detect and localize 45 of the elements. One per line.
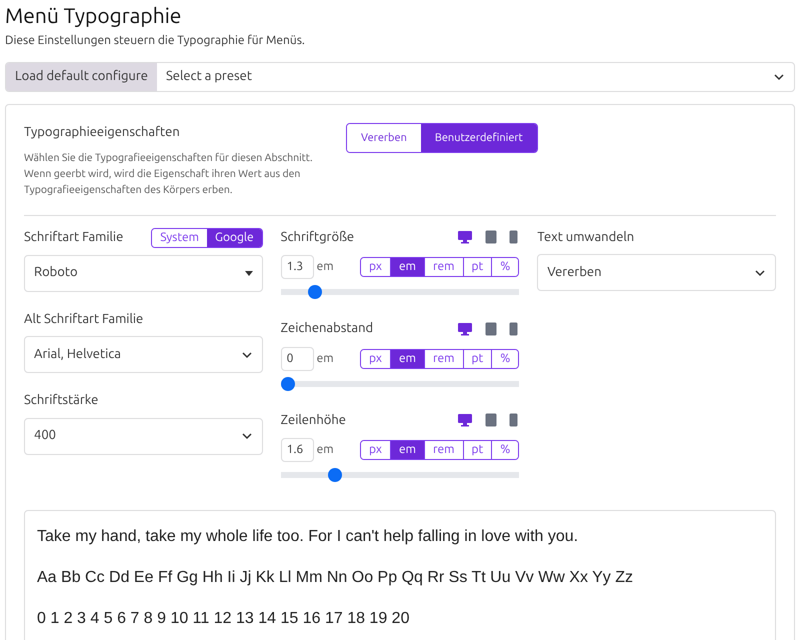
desktop-icon[interactable]	[457, 230, 474, 244]
number-input[interactable]: 0	[280, 346, 314, 370]
desktop-icon[interactable]	[457, 413, 474, 428]
section-description: Wählen Sie die Typografieeigenschaften für diesen Abschnitt. Wenn geerbt wird, wird die Eigenschaft ihren Wert aus den Typografieeigenschaften des Körpers erben.	[24, 150, 314, 196]
preview-text: 0 1 2 3 4 5 6 7 8 9 10 11 12 13 14 15 16 17 18 19 20	[37, 609, 410, 629]
field-label: Schriftstärke	[24, 392, 100, 409]
preview-text: Aa Bb Cc Dd Ee Ff Gg Hh Ii Jj Kk Ll Mm Nn Oo Pp Qq Rr Ss Tt Uu Vv Ww Xx Yy Zz	[37, 568, 634, 588]
unit-tab[interactable]: em	[390, 441, 424, 459]
slider-thumb[interactable]	[280, 376, 295, 390]
unit-label: em	[316, 350, 334, 366]
field-label: Alt Schriftart Familie	[24, 310, 144, 328]
tablet-icon[interactable]	[485, 413, 498, 428]
number-input[interactable]: 1.6	[280, 438, 314, 462]
font-weight-select[interactable]: 400	[24, 418, 263, 454]
field-label: Zeichenabstand	[280, 320, 374, 337]
unit-label: em	[316, 259, 334, 275]
tablet-icon[interactable]	[485, 322, 498, 336]
field-label: Text umwandeln	[537, 228, 636, 246]
preview-text: Take my hand, take my whole life too. For I can't help falling in love with you.	[37, 527, 580, 547]
number-input[interactable]: 1.3	[280, 255, 314, 279]
field-label: Schriftgröße	[280, 228, 354, 246]
alt-font-select[interactable]: Arial, Helvetica	[24, 336, 263, 373]
page-title: Menü Typographie	[5, 2, 182, 29]
font-family-select[interactable]: Roboto	[24, 254, 263, 292]
unit-tab[interactable]: %	[491, 350, 518, 368]
source-tab[interactable]: Google	[207, 228, 262, 246]
mobile-icon[interactable]	[509, 322, 518, 336]
slider-thumb[interactable]	[308, 285, 322, 299]
field-label: Zeilenhöhe	[280, 412, 346, 428]
page-subtitle: Diese Einstellungen steuern die Typographie für Menüs.	[5, 33, 306, 49]
mode-tab[interactable]: Benutzerdefiniert	[420, 124, 537, 152]
field-label: Schriftart Familie	[24, 228, 124, 246]
mobile-icon[interactable]	[509, 230, 518, 244]
unit-tab[interactable]: %	[491, 441, 518, 459]
section-label: Typographieeigenschaften	[24, 124, 181, 141]
unit-tab[interactable]: em	[390, 350, 424, 368]
caret-down-icon	[244, 270, 253, 276]
slider-thumb[interactable]	[328, 468, 342, 482]
desktop-icon[interactable]	[457, 322, 474, 336]
text-transform-select[interactable]: Vererben	[537, 254, 776, 291]
unit-label: em	[316, 442, 334, 458]
tablet-icon[interactable]	[485, 230, 498, 244]
unit-tab[interactable]: %	[491, 258, 518, 276]
unit-tab[interactable]: em	[390, 258, 424, 276]
mobile-icon[interactable]	[509, 413, 518, 428]
